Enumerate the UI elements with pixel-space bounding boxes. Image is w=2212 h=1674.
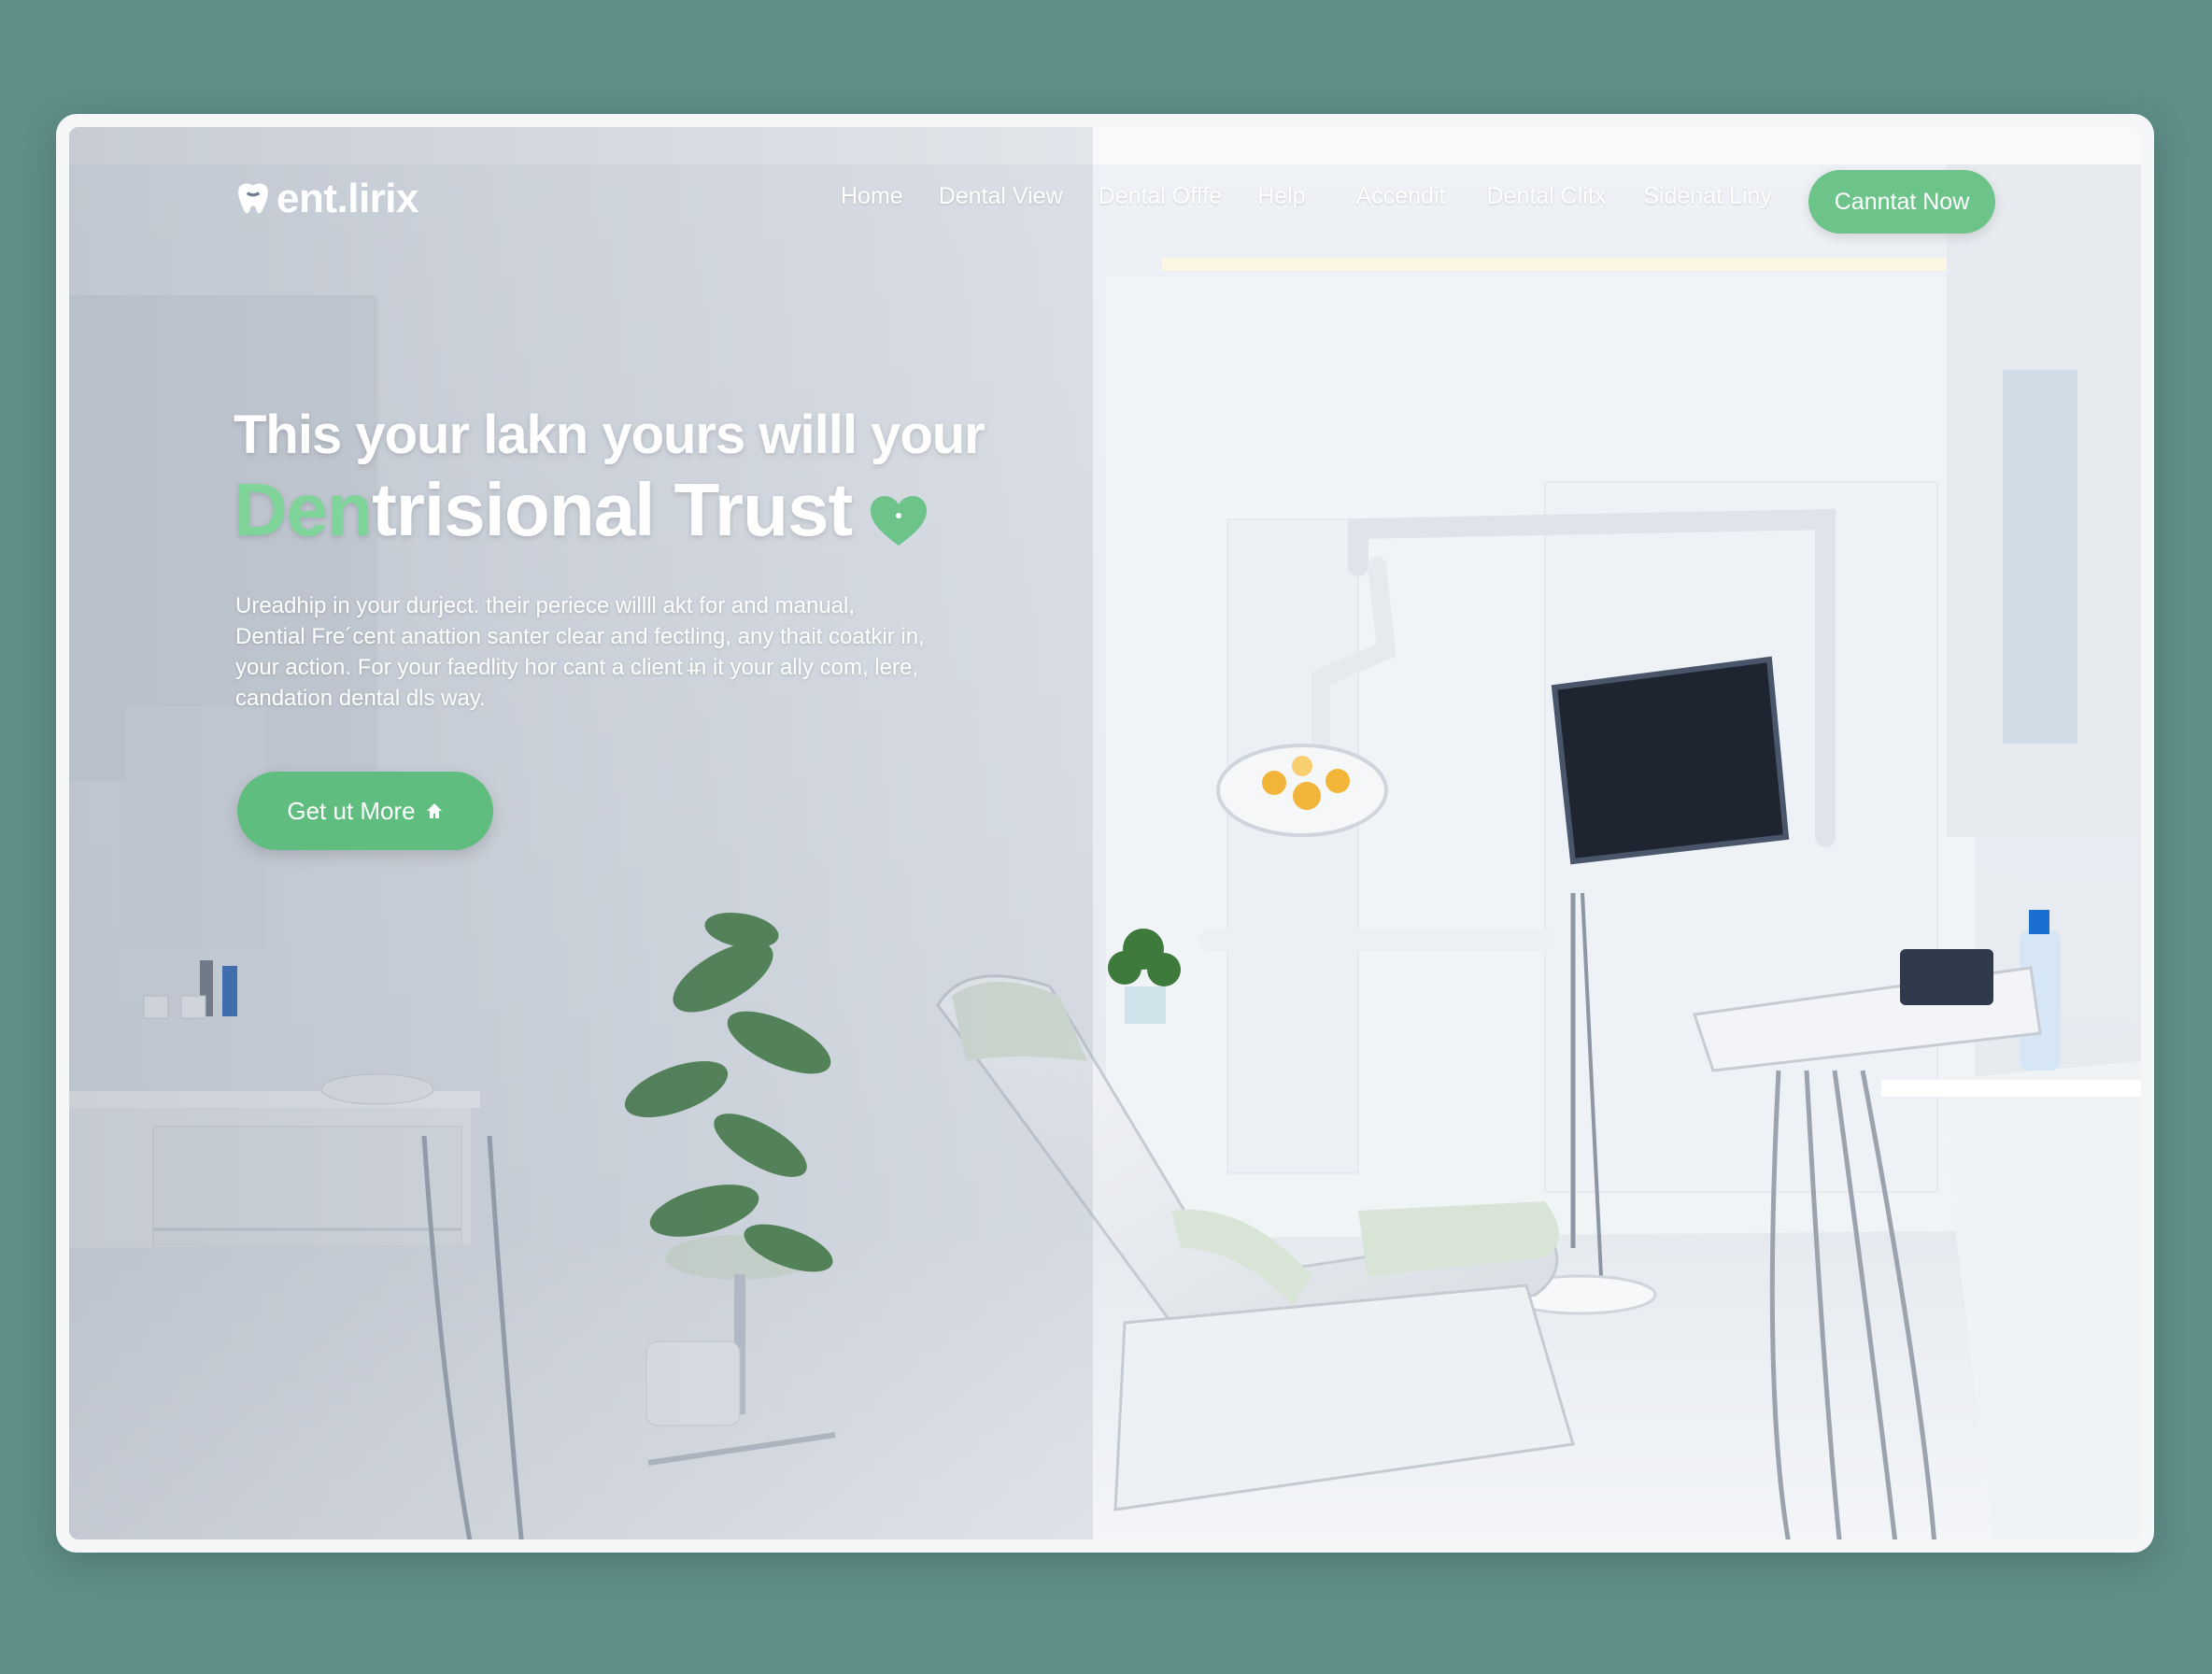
hero-description-line: your action. For your faedlity hor cant … (235, 655, 918, 680)
brand-name: ent.lirix (276, 176, 419, 221)
nav-item-sidenat-liny[interactable]: Sidenat Liny (1643, 183, 1772, 210)
hero-title-accent: Den (234, 468, 373, 551)
hero-overlay (69, 127, 1093, 1539)
nav-item-dental-clitx[interactable]: Dental Clitx (1486, 183, 1606, 210)
brand-logo[interactable]: ent.lirix (234, 176, 419, 222)
nav-item-home[interactable]: Home (841, 183, 903, 210)
hero-description-line: candation dental dls way. (235, 686, 486, 711)
tooth-icon (238, 183, 268, 214)
nav-item-dental-view[interactable]: Dental View (939, 183, 1063, 210)
get-more-label: Get ut More (287, 796, 416, 825)
hero-title-line1: This your lakn yours willl your (234, 404, 985, 465)
home-icon (426, 803, 442, 818)
heart-icon (871, 496, 927, 546)
nav-item-dental-offfe[interactable]: Dental Offfe (1099, 183, 1223, 210)
hero-description-line: Ureadhip in your durject. their periece … (235, 593, 855, 618)
page-viewport: ent.lirix Home Dental View Dental Offfe … (69, 127, 2141, 1539)
hero-description: Ureadhip in your durject. their periece … (235, 590, 983, 714)
contact-now-button[interactable]: Canntat Now (1808, 170, 1995, 234)
nav-item-accendit[interactable]: Accendit (1356, 183, 1446, 210)
get-more-button[interactable]: Get ut More (237, 772, 493, 850)
browser-frame: ent.lirix Home Dental View Dental Offfe … (56, 114, 2154, 1553)
hero-description-line: Dential Fre´cent anattion santer clear a… (235, 624, 925, 649)
main-nav: Home Dental View Dental Offfe Help Accen… (841, 183, 1808, 210)
hero-title-rest: trisional Trust (372, 468, 853, 551)
nav-item-help[interactable]: Help (1257, 183, 1305, 210)
top-navbar: ent.lirix Home Dental View Dental Offfe … (69, 127, 2141, 277)
hero-title-line2: Dentrisional Trust (234, 467, 853, 553)
